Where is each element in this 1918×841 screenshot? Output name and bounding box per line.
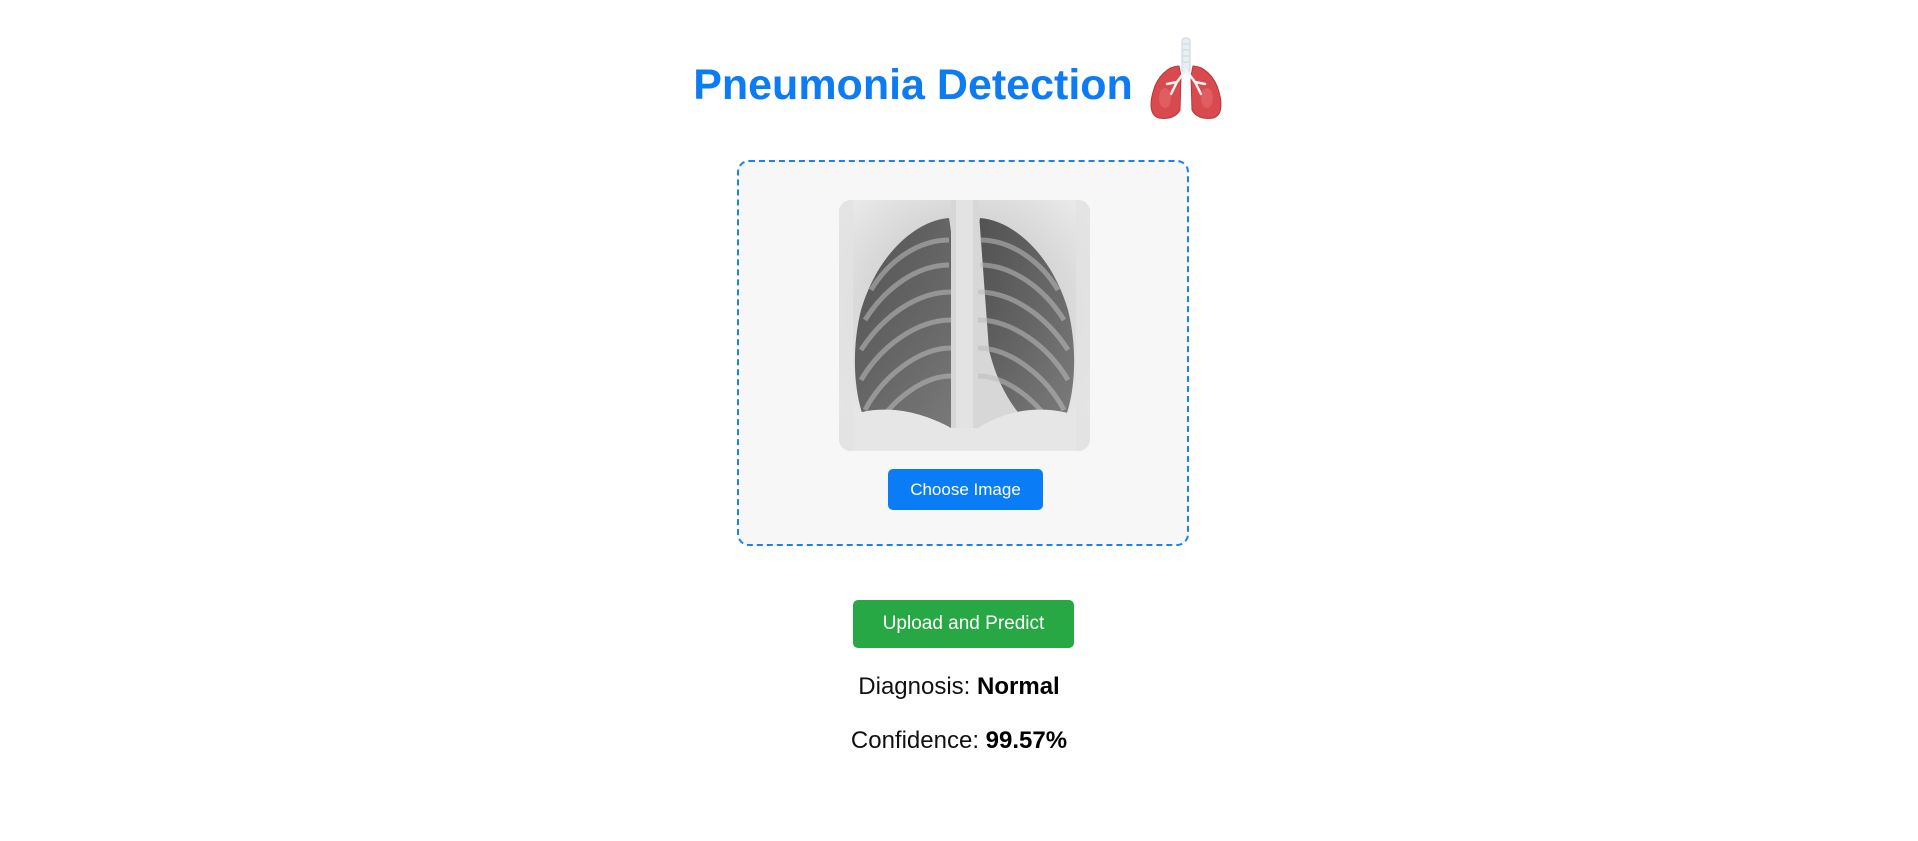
confidence-result: Confidence: 99.57% — [0, 727, 1918, 755]
app-page: Pneumonia Detection Choose Image Upload … — [0, 0, 1918, 841]
lungs-icon — [1147, 36, 1225, 122]
diagnosis-label: Diagnosis: — [858, 673, 971, 700]
confidence-label: Confidence: — [850, 727, 979, 754]
page-title: Pneumonia Detection — [693, 60, 1133, 109]
diagnosis-result: Diagnosis: Normal — [0, 673, 1918, 701]
diagnosis-value: Normal — [977, 673, 1060, 700]
header: Pneumonia Detection — [0, 30, 1918, 140]
upload-and-predict-button[interactable]: Upload and Predict — [853, 600, 1074, 648]
chest-xray-image — [839, 200, 1090, 451]
upload-dropzone[interactable]: Choose Image — [737, 160, 1189, 546]
confidence-value: 99.57% — [985, 727, 1068, 754]
choose-image-button[interactable]: Choose Image — [888, 469, 1043, 510]
